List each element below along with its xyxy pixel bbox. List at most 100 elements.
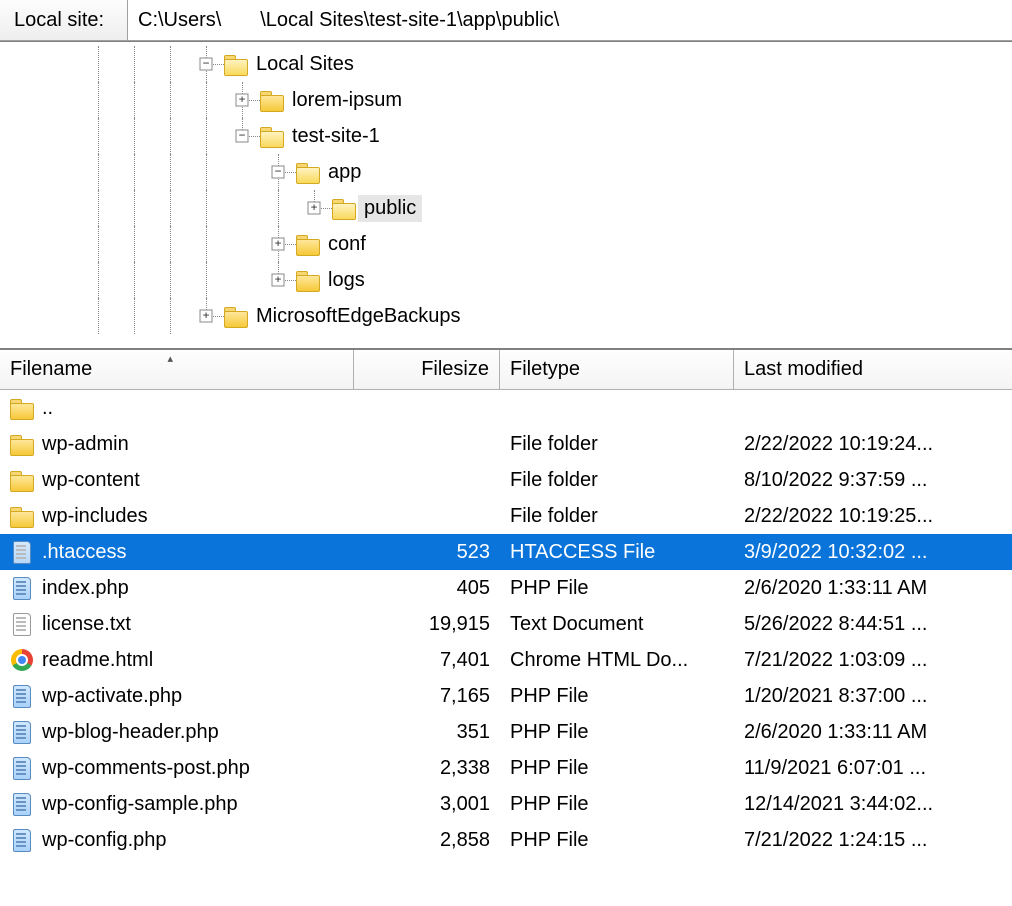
tree-item-label: public [358,195,422,222]
tree-item-public[interactable]: public [80,190,1012,226]
tree-item-app[interactable]: app [80,154,1012,190]
file-name: wp-includes [42,505,148,528]
file-row[interactable]: index.php405PHP File2/6/2020 1:33:11 AM [0,570,1012,606]
php-file-icon [10,684,34,708]
expand-icon[interactable] [200,310,213,323]
expand-icon[interactable] [272,238,285,251]
file-type: Text Document [500,613,734,636]
tree-item-test-site-1[interactable]: test-site-1 [80,118,1012,154]
local-site-path-input[interactable]: C:\Users\ \Local Sites\test-site-1\app\p… [128,0,1012,41]
folder-icon [260,88,284,112]
file-name: wp-blog-header.php [42,721,219,744]
folder-icon [296,268,320,292]
collapse-icon[interactable] [236,130,249,143]
file-type: PHP File [500,721,734,744]
file-type: PHP File [500,577,734,600]
file-type: Chrome HTML Do... [500,649,734,672]
file-row[interactable]: wp-comments-post.php 2,338PHP File11/9/20… [0,750,1012,786]
tree-item-local-sites[interactable]: Local Sites [80,46,1012,82]
file-size: 3,001 [354,793,500,816]
file-list-header: Filename ▴ Filesize Filetype Last modifi… [0,350,1012,390]
file-type: PHP File [500,757,734,780]
file-row[interactable]: wp-config.php2,858PHP File7/21/2022 1:24… [0,822,1012,858]
folder-icon [296,160,320,184]
folder-icon [260,124,284,148]
file-name: wp-config.php [42,829,167,852]
column-header-filetype[interactable]: Filetype [500,350,734,389]
tree-item-label: app [322,159,367,186]
file-date: 3/9/2022 10:32:02 ... [734,541,1012,564]
file-type: PHP File [500,685,734,708]
file-size: 351 [354,721,500,744]
file-name: .htaccess [42,541,126,564]
file-name: .. [42,397,53,420]
file-name: license.txt [42,613,131,636]
php-file-icon [10,720,34,744]
file-size: 2,338 [354,757,500,780]
file-date: 5/26/2022 8:44:51 ... [734,613,1012,636]
txt-file-icon [10,612,34,636]
file-row[interactable]: wp-activate.php7,165PHP File1/20/2021 8:… [0,678,1012,714]
file-size: 523 [354,541,500,564]
local-site-pathbar: Local site: C:\Users\ \Local Sites\test-… [0,0,1012,42]
tree-item-label: logs [322,267,371,294]
folder-icon [10,504,34,528]
php-file-icon [10,828,34,852]
php-file-icon [10,792,34,816]
tree-item-logs[interactable]: logs [80,262,1012,298]
column-header-filesize[interactable]: Filesize [354,350,500,389]
file-type: File folder [500,505,734,528]
tree-item-label: Local Sites [250,51,360,78]
file-row[interactable]: wp-blog-header.php 351PHP File2/6/2020 1:… [0,714,1012,750]
file-size: 19,915 [354,613,500,636]
folder-icon [224,304,248,328]
file-list-rows: ..wp-adminFile folder2/22/2022 10:19:24.… [0,390,1012,858]
file-row[interactable]: wp-content File folder8/10/2022 9:37:59 .… [0,462,1012,498]
chrome-icon [11,649,33,671]
file-date: 1/20/2021 8:37:00 ... [734,685,1012,708]
file-name: wp-content [42,469,140,492]
tree-item-lorem-ipsum[interactable]: lorem-ipsum [80,82,1012,118]
expand-icon[interactable] [308,202,321,215]
tree-item-microsoftedgebackups[interactable]: MicrosoftEdgeBackups [80,298,1012,334]
php-file-icon [10,756,34,780]
file-date: 7/21/2022 1:24:15 ... [734,829,1012,852]
folder-icon [296,232,320,256]
file-row[interactable]: wp-includesFile folder2/22/2022 10:19:25… [0,498,1012,534]
file-date: 2/6/2020 1:33:11 AM [734,721,1012,744]
file-name: wp-comments-post.php [42,757,250,780]
column-header-filename-label: Filename [10,358,92,381]
file-name: readme.html [42,649,153,672]
tree-item-label: test-site-1 [286,123,386,150]
file-size: 7,401 [354,649,500,672]
file-type: HTACCESS File [500,541,734,564]
folder-tree[interactable]: Local Sites lorem-ipsum test-site-1 app publ… [0,42,1012,350]
folder-icon [10,432,34,456]
file-type: PHP File [500,793,734,816]
tree-item-label: lorem-ipsum [286,87,408,114]
folder-icon [332,196,356,220]
collapse-icon[interactable] [272,166,285,179]
file-date: 11/9/2021 6:07:01 ... [734,757,1012,780]
file-row[interactable]: readme.html 7,401Chrome HTML Do...7/21/20… [0,642,1012,678]
collapse-icon[interactable] [200,58,213,71]
expand-icon[interactable] [236,94,249,107]
file-name: wp-activate.php [42,685,182,708]
file-size: 2,858 [354,829,500,852]
file-date: 8/10/2022 9:37:59 ... [734,469,1012,492]
file-row[interactable]: .. [0,390,1012,426]
column-header-lastmodified[interactable]: Last modified [734,350,1012,389]
local-site-label: Local site: [0,0,128,41]
file-row[interactable]: wp-adminFile folder2/22/2022 10:19:24... [0,426,1012,462]
file-row[interactable]: .htaccess 523HTACCESS File3/9/2022 10:32:… [0,534,1012,570]
file-size: 405 [354,577,500,600]
expand-icon[interactable] [272,274,285,287]
file-row[interactable]: wp-config-sample.php3,001PHP File12/14/2… [0,786,1012,822]
tree-item-conf[interactable]: conf [80,226,1012,262]
column-header-filename[interactable]: Filename ▴ [0,350,354,389]
file-type: File folder [500,469,734,492]
file-date: 7/21/2022 1:03:09 ... [734,649,1012,672]
file-name: wp-admin [42,433,129,456]
file-date: 2/22/2022 10:19:24... [734,433,1012,456]
file-row[interactable]: license.txt 19,915Text Document5/26/2022 … [0,606,1012,642]
